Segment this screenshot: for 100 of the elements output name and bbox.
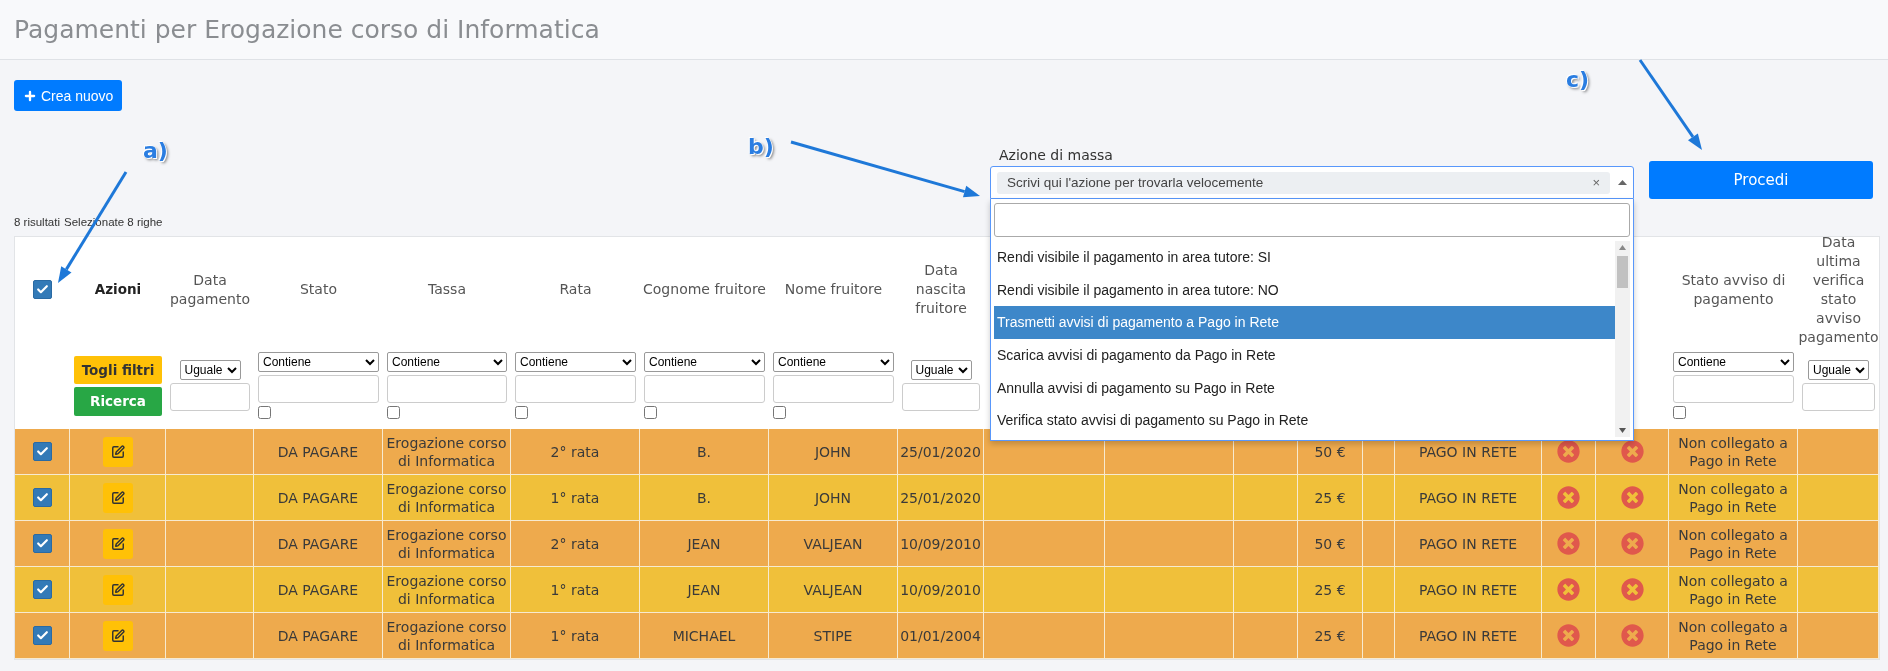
- check-icon: [36, 283, 49, 296]
- table-cell: B.: [640, 475, 769, 521]
- table-cell: Erogazione corso di Informatica: [383, 475, 511, 521]
- mass-action-label: Azione di massa: [998, 147, 1114, 163]
- table-cell: PAGO IN RETE: [1395, 613, 1542, 659]
- table-cell: JEAN: [640, 521, 769, 567]
- row-checkbox[interactable]: [32, 488, 52, 507]
- operator-select[interactable]: Uguale: [179, 360, 241, 380]
- filter-input[interactable]: [902, 383, 980, 411]
- dropdown-option[interactable]: Rendi visibile il pagamento in area tutore: SI: [994, 241, 1615, 274]
- column-header: Stato avviso di pagamento: [1680, 270, 1787, 309]
- filter-input[interactable]: [170, 383, 250, 411]
- filter-checkbox[interactable]: [387, 406, 400, 419]
- table-cell: MICHAEL: [640, 613, 769, 659]
- table-cell: JOHN: [769, 429, 898, 475]
- table-cell: [1363, 475, 1395, 521]
- edit-button[interactable]: [102, 482, 133, 513]
- page-title: Pagamenti per Erogazione corso di Informatica: [14, 15, 600, 44]
- search-field[interactable]: [994, 203, 1630, 237]
- row-checkbox[interactable]: [32, 580, 52, 599]
- operator-select[interactable]: Contiene: [773, 352, 894, 372]
- column-header: Tassa: [428, 280, 466, 299]
- dropdown-option[interactable]: Rendi visibile il pagamento in area tutore: NO: [994, 273, 1615, 307]
- table-cell: DA PAGARE: [254, 613, 383, 659]
- filter-checkbox[interactable]: [1673, 406, 1686, 419]
- table-cell: [1363, 521, 1395, 567]
- table-cell: [1234, 567, 1298, 613]
- edit-button[interactable]: [102, 574, 133, 605]
- table-cell: 01/01/2004: [898, 613, 984, 659]
- table-cell: [1363, 567, 1395, 613]
- table-cell: Non collegato a Pago in Rete: [1669, 567, 1798, 613]
- table-cell: DA PAGARE: [254, 521, 383, 567]
- filter-input[interactable]: [773, 375, 894, 403]
- table-cell: 25 €: [1298, 613, 1363, 659]
- table-cell: Non collegato a Pago in Rete: [1669, 475, 1798, 521]
- table-cell: 2° rata: [511, 521, 640, 567]
- table-cell: Erogazione corso di Informatica: [383, 567, 511, 613]
- table-cell: PAGO IN RETE: [1395, 521, 1542, 567]
- table-cell: Non collegato a Pago in Rete: [1669, 521, 1798, 567]
- proceed-button[interactable]: Procedi: [1649, 161, 1873, 199]
- table-cell: PAGO IN RETE: [1395, 567, 1542, 613]
- filter-input[interactable]: [644, 375, 765, 403]
- table-cell: [1234, 613, 1298, 659]
- table-cell: DA PAGARE: [254, 567, 383, 613]
- dropdown-option[interactable]: Annulla avvisi di pagamento su Pago in Rete: [994, 371, 1615, 404]
- filter-checkbox[interactable]: [258, 406, 271, 419]
- column-header: Data pagamento: [168, 270, 252, 309]
- operator-select[interactable]: Uguale: [910, 360, 972, 380]
- filter-input[interactable]: [1673, 375, 1794, 403]
- row-checkbox[interactable]: [32, 534, 52, 553]
- table-cell: [1363, 613, 1395, 659]
- filter-checkbox[interactable]: [644, 406, 657, 419]
- table-cell: STIPE: [769, 613, 898, 659]
- filter-input[interactable]: [387, 375, 507, 403]
- filter-input[interactable]: [1802, 383, 1875, 411]
- edit-button[interactable]: [102, 528, 133, 559]
- table-cell: [1234, 475, 1298, 521]
- mass-action-select[interactable]: Scrivi qui l'azione per trovarla velocemente ×: [990, 166, 1634, 199]
- row-checkbox[interactable]: [32, 442, 52, 461]
- table-cell: DA PAGARE: [254, 475, 383, 521]
- table-cell: JOHN: [769, 475, 898, 521]
- table-cell: DA PAGARE: [254, 429, 383, 475]
- row-checkbox[interactable]: [32, 626, 52, 645]
- scrollbar[interactable]: [1615, 241, 1630, 437]
- dropdown-option[interactable]: Trasmetti avvisi di pagamento a Pago in Rete: [994, 306, 1615, 339]
- filter-input[interactable]: [258, 375, 379, 403]
- table-cell: B.: [640, 429, 769, 475]
- column-header: Data ultima verifica stato avviso pagamento: [1798, 232, 1879, 347]
- plus-icon: [23, 88, 37, 103]
- filter-checkbox[interactable]: [515, 406, 528, 419]
- operator-select[interactable]: Contiene: [1673, 352, 1794, 372]
- operator-select[interactable]: Contiene: [258, 352, 379, 372]
- table-cell: Erogazione corso di Informatica: [383, 613, 511, 659]
- edit-icon: [110, 628, 125, 643]
- table-cell: 1° rata: [511, 567, 640, 613]
- table-cell: 10/09/2010: [898, 567, 984, 613]
- check-icon: [35, 445, 49, 458]
- dropdown-option[interactable]: Scarica avvisi di pagamento da Pago in Rete: [994, 338, 1615, 372]
- check-icon: [35, 629, 49, 642]
- select-all-checkbox[interactable]: [33, 280, 52, 299]
- table-cell: 25 €: [1298, 567, 1363, 613]
- annotation-label: b): [748, 134, 774, 159]
- edit-icon: [110, 444, 125, 459]
- edit-icon: [110, 536, 125, 551]
- edit-icon: [110, 490, 125, 505]
- table-cell: JEAN: [640, 567, 769, 613]
- filter-input[interactable]: [515, 375, 636, 403]
- operator-select[interactable]: Contiene: [644, 352, 765, 372]
- table-cell: 2° rata: [511, 429, 640, 475]
- filter-checkbox[interactable]: [773, 406, 786, 419]
- operator-select[interactable]: Contiene: [515, 352, 636, 372]
- table-cell: VALJEAN: [769, 567, 898, 613]
- operator-select[interactable]: Uguale: [1808, 360, 1869, 380]
- create-button[interactable]: Crea nuovo: [14, 80, 123, 111]
- table-cell: 50 €: [1298, 521, 1363, 567]
- table-cell: Non collegato a Pago in Rete: [1669, 429, 1798, 475]
- operator-select[interactable]: Contiene: [387, 352, 507, 372]
- reset-filters-button[interactable]: Togli filtri: [74, 355, 162, 384]
- edit-button[interactable]: [102, 436, 133, 467]
- edit-button[interactable]: [102, 620, 133, 651]
